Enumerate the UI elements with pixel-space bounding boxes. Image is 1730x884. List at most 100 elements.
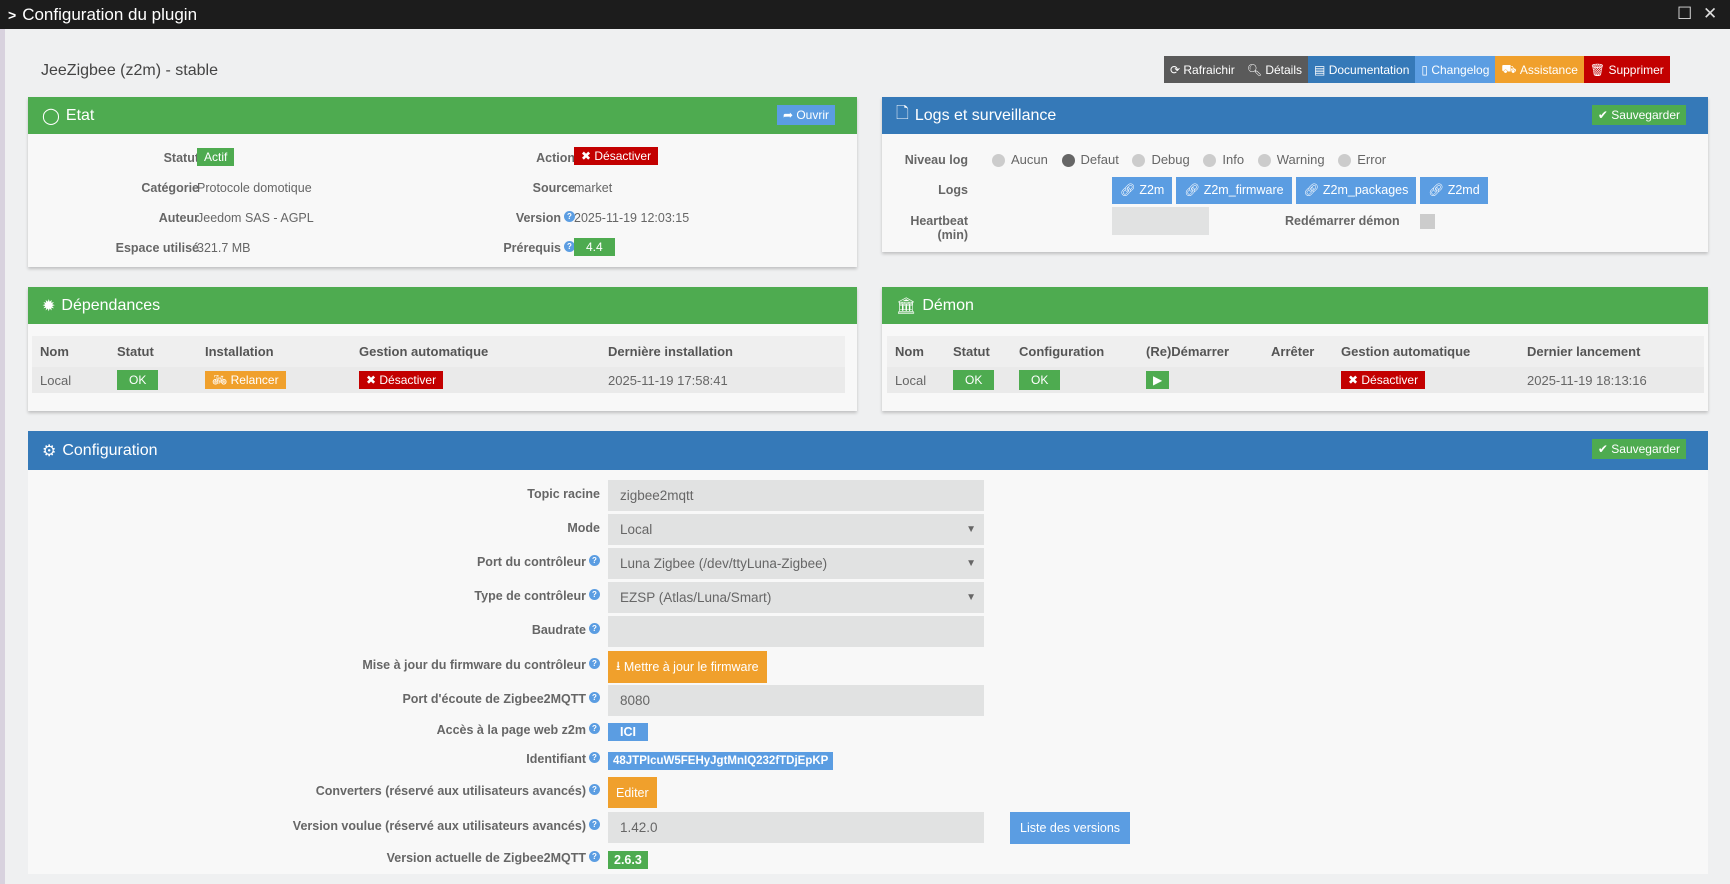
- categorie-label: Catégorie: [141, 181, 199, 195]
- log-z2m-packages-button[interactable]: 🔗︎ Z2m_packages: [1295, 177, 1417, 204]
- listen-port-label: Port d'écoute de Zigbee2MQTT: [402, 692, 586, 706]
- col-configuration: Configuration: [1019, 344, 1105, 359]
- port-select[interactable]: Luna Zigbee (/dev/ttyLuna-Zigbee) ▼: [608, 548, 984, 579]
- caret-down-icon: ▼: [966, 558, 976, 569]
- help-icon[interactable]: ?: [589, 555, 600, 566]
- open-button[interactable]: ➦ Ouvrir: [776, 105, 835, 125]
- daemon-panel: 🏛︎ Démon Nom Statut Configuration (Re)Dém…: [882, 287, 1708, 411]
- start-daemon-button[interactable]: ▶: [1146, 371, 1170, 389]
- versions-list-button[interactable]: Liste des versions: [1010, 812, 1131, 844]
- restart-checkbox[interactable]: [1420, 214, 1435, 229]
- wanted-version-label: Version voulue (réservé aux utilisateurs…: [292, 819, 586, 833]
- log-z2m-firmware-button[interactable]: 🔗︎ Z2m_firmware: [1176, 177, 1292, 204]
- baudrate-input[interactable]: [608, 616, 984, 647]
- dep-status-badge: OK: [117, 370, 159, 390]
- window-titlebar: > Configuration du plugin ☐ ✕: [0, 0, 1730, 29]
- prerequis-badge: 4.4: [574, 238, 615, 256]
- col-nom: Nom: [40, 344, 69, 359]
- wanted-version-input[interactable]: 1.42.0: [608, 812, 984, 843]
- version-label: Version: [515, 211, 561, 225]
- file-icon: 🗋: [896, 105, 909, 122]
- listen-port-input[interactable]: 8080: [608, 685, 984, 716]
- deps-deactivate-button[interactable]: ✖ Désactiver: [359, 371, 444, 389]
- row-firmware: Mise à jour du firmware du contrôleur? ⭳ …: [28, 651, 1708, 683]
- save-config-button[interactable]: ✔ Sauvegarder: [1591, 439, 1686, 459]
- save-logs-button[interactable]: ✔ Sauvegarder: [1591, 105, 1686, 125]
- mode-select[interactable]: Local ▼: [608, 514, 984, 545]
- certificate-icon: ✹: [42, 297, 56, 315]
- help-icon[interactable]: ?: [589, 752, 600, 763]
- help-icon[interactable]: ?: [589, 658, 600, 669]
- web-link-button[interactable]: ICI: [608, 723, 648, 741]
- daemon-deactivate-button[interactable]: ✖ Désactiver: [1341, 371, 1426, 389]
- relaunch-button[interactable]: 🚲︎ Relancer: [205, 371, 286, 389]
- help-icon[interactable]: ?: [589, 784, 600, 795]
- col-gestion: Gestion automatique: [1341, 344, 1471, 359]
- circle-notch-icon: ◯: [42, 107, 60, 125]
- config-title: Configuration: [62, 441, 158, 459]
- firmware-label: Mise à jour du firmware du contrôleur: [362, 658, 586, 672]
- espace-value: 321.7 MB: [197, 241, 251, 255]
- logs-label: Logs: [938, 183, 968, 197]
- assistance-button[interactable]: ⛟ Assistance: [1495, 56, 1584, 83]
- row-wanted-version: Version voulue (réservé aux utilisateurs…: [28, 812, 1708, 844]
- current-version-label: Version actuelle de Zigbee2MQTT: [386, 851, 586, 865]
- type-select[interactable]: EZSP (Atlas/Luna/Smart) ▼: [608, 582, 984, 613]
- etat-title: Etat: [65, 106, 95, 124]
- logs-header: 🗋 Logs et surveillance ✔ Sauvegarder: [882, 97, 1708, 134]
- maximize-icon[interactable]: ☐: [1677, 4, 1692, 24]
- row-topic: Topic racine zigbee2mqtt: [28, 480, 1708, 512]
- log-z2m-button[interactable]: 🔗︎ Z2m: [1112, 177, 1173, 204]
- refresh-button[interactable]: ⟳ Rafraichir: [1164, 56, 1241, 83]
- daemon-header: 🏛︎ Démon: [882, 287, 1708, 324]
- help-icon[interactable]: ?: [589, 623, 600, 634]
- caret-down-icon: ▼: [966, 524, 976, 535]
- row-current-version: Version actuelle de Zigbee2MQTT? 2.6.3: [28, 849, 1708, 881]
- deps-table: Nom Statut Installation Gestion automati…: [32, 336, 845, 393]
- deps-header: ✹ Dépendances: [28, 287, 857, 324]
- radio-aucun[interactable]: [992, 154, 1005, 168]
- help-icon[interactable]: ?: [589, 851, 600, 862]
- dep-name: Local: [40, 372, 72, 388]
- help-icon[interactable]: ?: [589, 692, 600, 703]
- heartbeat-label: Heartbeat (min): [910, 214, 968, 242]
- update-firmware-button[interactable]: ⭳ Mettre à jour le firmware: [608, 651, 767, 683]
- auteur-value: Jeedom SAS - AGPL: [197, 211, 314, 225]
- deactivate-button[interactable]: ✖ Désactiver: [574, 147, 659, 165]
- chevron-right-icon[interactable]: >: [8, 7, 16, 23]
- source-label: Source: [532, 181, 575, 195]
- edit-converters-button[interactable]: Editer: [608, 777, 657, 808]
- radio-warning[interactable]: [1257, 154, 1271, 168]
- restart-label: Redémarrer démon: [1285, 214, 1400, 228]
- help-icon[interactable]: ?: [589, 589, 600, 600]
- version-value: 2025-11-19 12:03:15: [574, 211, 690, 225]
- log-z2md-button[interactable]: 🔗︎ Z2md: [1420, 177, 1488, 204]
- radio-defaut[interactable]: [1061, 154, 1075, 168]
- col-dernier: Dernier lancement: [1527, 344, 1641, 359]
- details-button[interactable]: 🔍︎ Détails: [1240, 56, 1309, 83]
- radio-info[interactable]: [1203, 154, 1217, 168]
- dependencies-panel: ✹ Dépendances Nom Statut Installation Ges…: [28, 287, 857, 411]
- window-title: Configuration du plugin: [22, 4, 198, 24]
- changelog-button[interactable]: ▯ Changelog: [1415, 56, 1496, 83]
- close-icon[interactable]: ✕: [1703, 4, 1717, 24]
- help-icon[interactable]: ?: [589, 819, 600, 830]
- baudrate-label: Baudrate: [531, 623, 586, 637]
- categorie-value: Protocole domotique: [197, 181, 312, 195]
- topic-input[interactable]: zigbee2mqtt: [608, 480, 984, 511]
- dep-last-install: 2025-11-19 17:58:41: [608, 372, 728, 388]
- bank-icon: 🏛︎: [896, 297, 917, 315]
- prerequis-label: Prérequis: [503, 241, 561, 255]
- radio-debug[interactable]: [1132, 154, 1146, 168]
- action-label: Action: [536, 151, 575, 165]
- radio-error[interactable]: [1338, 154, 1352, 168]
- auteur-label: Auteur: [158, 211, 199, 225]
- row-web: Accès à la page web z2m? ICI: [28, 720, 1708, 752]
- help-icon[interactable]: ?: [589, 723, 600, 734]
- delete-button[interactable]: 🗑︎ Supprimer: [1583, 56, 1670, 83]
- col-derniere: Dernière installation: [608, 344, 733, 359]
- daemon-table: Nom Statut Configuration (Re)Démarrer Ar…: [887, 336, 1704, 393]
- row-type: Type de contrôleur? EZSP (Atlas/Luna/Smar…: [28, 582, 1708, 614]
- documentation-button[interactable]: ▤ Documentation: [1308, 56, 1416, 83]
- heartbeat-input[interactable]: [1112, 207, 1209, 235]
